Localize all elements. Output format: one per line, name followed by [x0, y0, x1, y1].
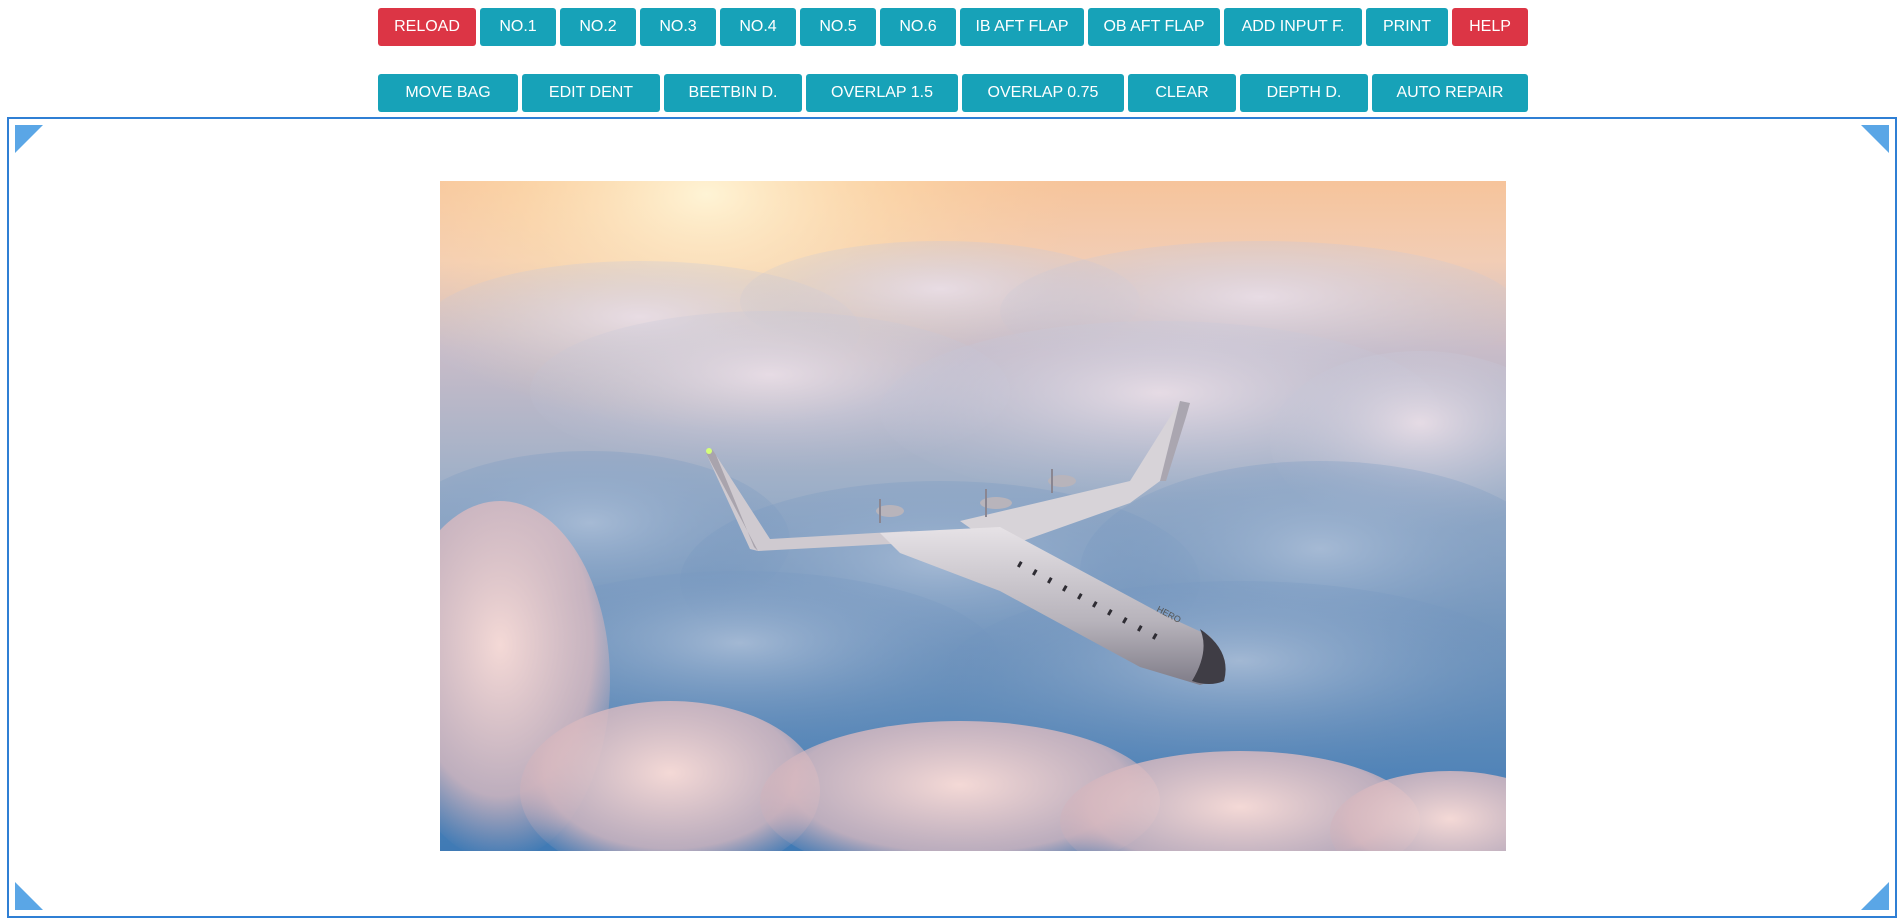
no2-button[interactable]: NO.2 — [560, 8, 636, 46]
corner-handle-top-left-icon[interactable] — [13, 123, 45, 155]
help-button[interactable]: HELP — [1452, 8, 1528, 46]
ib-aft-flap-button[interactable]: IB AFT FLAP — [960, 8, 1084, 46]
no5-button[interactable]: NO.5 — [800, 8, 876, 46]
no4-button[interactable]: NO.4 — [720, 8, 796, 46]
no1-button[interactable]: NO.1 — [480, 8, 556, 46]
auto-repair-button[interactable]: AUTO REPAIR — [1372, 74, 1528, 112]
overlap-0-75-button[interactable]: OVERLAP 0.75 — [962, 74, 1124, 112]
no6-button[interactable]: NO.6 — [880, 8, 956, 46]
beetbin-button[interactable]: BEETBIN D. — [664, 74, 802, 112]
toolbar-secondary: MOVE BAG EDIT DENT BEETBIN D. OVERLAP 1.… — [0, 74, 1902, 112]
reload-button[interactable]: RELOAD — [378, 8, 476, 46]
clear-button[interactable]: CLEAR — [1128, 74, 1236, 112]
print-button[interactable]: PRINT — [1366, 8, 1448, 46]
corner-handle-top-right-icon[interactable] — [1859, 123, 1891, 155]
corner-handle-bottom-right-icon[interactable] — [1859, 880, 1891, 912]
aircraft-photo: HERO — [440, 181, 1506, 851]
overlap-1-5-button[interactable]: OVERLAP 1.5 — [806, 74, 958, 112]
ob-aft-flap-button[interactable]: OB AFT FLAP — [1088, 8, 1220, 46]
corner-handle-bottom-left-icon[interactable] — [13, 880, 45, 912]
add-input-button[interactable]: ADD INPUT F. — [1224, 8, 1362, 46]
no3-button[interactable]: NO.3 — [640, 8, 716, 46]
toolbar-primary: RELOAD NO.1 NO.2 NO.3 NO.4 NO.5 NO.6 IB … — [0, 8, 1902, 46]
depth-button[interactable]: DEPTH D. — [1240, 74, 1368, 112]
image-viewer[interactable]: HERO — [7, 117, 1897, 918]
move-bag-button[interactable]: MOVE BAG — [378, 74, 518, 112]
edit-dent-button[interactable]: EDIT DENT — [522, 74, 660, 112]
